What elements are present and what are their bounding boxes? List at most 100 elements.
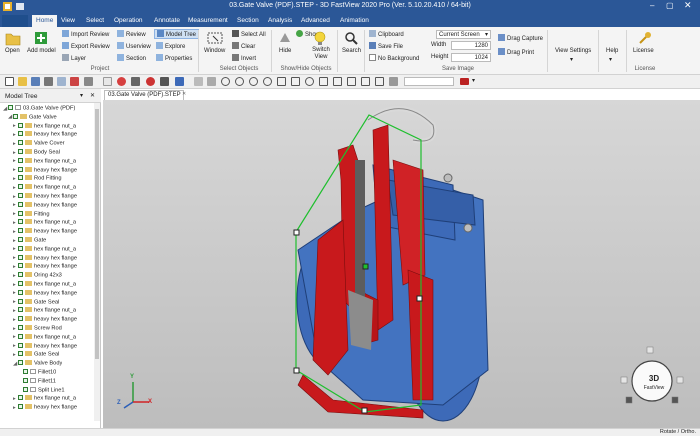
visibility-checkbox[interactable] [8,105,13,110]
visibility-checkbox[interactable] [18,298,23,304]
tab-home[interactable]: Home [32,15,58,27]
visibility-checkbox[interactable] [18,316,23,322]
tree-item[interactable]: ▸ Rod Fitting [13,175,62,184]
visibility-checkbox[interactable] [18,360,23,366]
model-tree-button[interactable]: Model Tree [154,29,200,39]
print-icon[interactable] [44,77,53,86]
tree-item[interactable]: ▸ heavy hex flange [13,263,77,272]
visibility-checkbox[interactable] [18,140,23,146]
tab-operation[interactable]: Operation [110,15,147,27]
file-menu-button[interactable] [2,15,28,27]
tree-item[interactable]: ▸ heavy hex flange [13,228,77,237]
tab-analysis[interactable]: Analysis [264,15,296,27]
visibility-checkbox[interactable] [23,369,28,374]
settings-icon[interactable] [389,77,398,86]
height-input[interactable]: 1024 [451,53,491,62]
tree-item[interactable]: ▸ heavy hex flange [13,201,77,211]
open-icon[interactable] [18,77,27,86]
visibility-checkbox[interactable] [18,219,23,225]
tree-item[interactable]: ▸ heavy hex flange [13,254,77,264]
tree-item[interactable]: ◢ Gate Valve [8,113,57,123]
open-button[interactable]: Open [5,48,20,54]
clear-button[interactable]: Clear [232,42,255,50]
close-icon[interactable]: ✕ [90,92,95,99]
maximize-icon[interactable]: ▢ [666,1,674,10]
tab-annotate[interactable]: Annotate [150,15,184,27]
tree-item[interactable]: ▸ heavy hex flange [13,316,77,325]
fit-icon[interactable] [249,77,258,86]
copy-icon[interactable] [57,77,66,86]
tab-animation[interactable]: Animation [336,15,373,27]
tree-item[interactable]: ▸ hex flange nut_a [13,184,76,193]
circle-icon[interactable] [221,77,230,86]
pin-icon[interactable]: ▾ [80,92,83,99]
license-button[interactable]: License [633,48,654,54]
save-icon[interactable] [31,77,40,86]
tree-item[interactable]: ▸ hex flange nut_a [13,281,76,290]
select-all-button[interactable]: Select All [232,30,266,38]
tree-item[interactable]: ▸ Valve Cover [13,140,65,149]
width-input[interactable]: 1280 [451,41,491,50]
stop-icon[interactable] [70,77,79,86]
tree-item[interactable]: ▸ hex flange nut_a [13,157,76,167]
tree-feature-item[interactable]: Split Line1 [18,386,65,396]
select-mode-icon[interactable] [103,77,112,86]
window-button[interactable]: Window [204,48,225,54]
tree-item[interactable]: ▸ hex flange nut_a [13,122,76,132]
edge-icon[interactable] [207,77,216,86]
visibility-checkbox[interactable] [18,184,23,190]
visibility-checkbox[interactable] [18,245,23,251]
snapshot-icon[interactable] [84,77,93,86]
toolbar-search-input[interactable] [404,77,454,86]
visibility-checkbox[interactable] [18,149,23,154]
tree-item[interactable]: ▸ hex flange nut_a [13,395,76,404]
visibility-checkbox[interactable] [18,228,23,234]
visibility-checkbox[interactable] [18,193,23,198]
measure-icon[interactable] [277,77,286,86]
tree-item[interactable]: ◢ 03.Gate Valve (PDF) [3,105,75,114]
point-icon[interactable] [194,77,203,86]
tree-item[interactable]: ▸ Fitting [13,210,50,220]
view-side-icon[interactable] [375,77,384,86]
line-icon[interactable] [131,77,140,86]
render-icon[interactable] [175,77,184,86]
scrollbar-thumb[interactable] [95,109,99,359]
close-icon[interactable]: ✕ [182,91,186,97]
explore-button[interactable]: Explore [156,42,185,50]
visibility-checkbox[interactable] [18,351,23,357]
visibility-checkbox[interactable] [23,386,28,392]
dimension-icon[interactable] [291,77,300,86]
tree-item[interactable]: ▸ hex flange nut_a [13,333,76,343]
visibility-checkbox[interactable] [18,175,23,181]
chevron-down-icon[interactable]: ▾ [472,77,475,84]
pan-icon[interactable] [333,77,342,86]
sphere-icon[interactable] [146,77,155,86]
document-tab[interactable]: 03.Gate Valve (PDF).STEP [104,90,184,100]
visibility-checkbox[interactable] [18,157,23,163]
tree-item[interactable]: ▸ hex flange nut_a [13,219,76,228]
language-flag-icon[interactable] [460,78,469,85]
tree-item[interactable]: ◢ Valve Body [13,360,62,369]
tree-item[interactable]: ▸ Oring 42x3 [13,272,62,281]
tree-feature-item[interactable]: Fillet10 [18,369,56,378]
tree-item[interactable]: ▸ Body Seal [13,149,60,158]
visibility-checkbox[interactable] [18,289,23,295]
visibility-checkbox[interactable] [18,122,23,128]
tree-feature-item[interactable]: Fillet11 [18,377,56,387]
tree-scrollbar[interactable] [94,103,100,421]
3d-viewport[interactable]: Y X Z 3D FastView [103,100,700,428]
clipboard-button[interactable]: Clipboard [369,30,404,38]
tree-item[interactable]: ▸ Gate [13,237,46,246]
visibility-checkbox[interactable] [18,201,23,207]
tree-item[interactable]: ▸ heavy hex flange [13,193,77,202]
zoom-icon[interactable] [263,77,272,86]
view-front-icon[interactable] [347,77,356,86]
review-button[interactable]: Review [117,30,146,38]
tree-item[interactable]: ▸ heavy hex flange [13,289,77,299]
visibility-checkbox[interactable] [18,395,23,401]
hide-button[interactable]: Hide [279,48,291,54]
visibility-checkbox[interactable] [18,210,23,216]
visibility-checkbox[interactable] [18,263,23,269]
drag-capture-button[interactable]: Drag Capture [498,34,543,42]
import-review-button[interactable]: Import Review [62,30,109,38]
